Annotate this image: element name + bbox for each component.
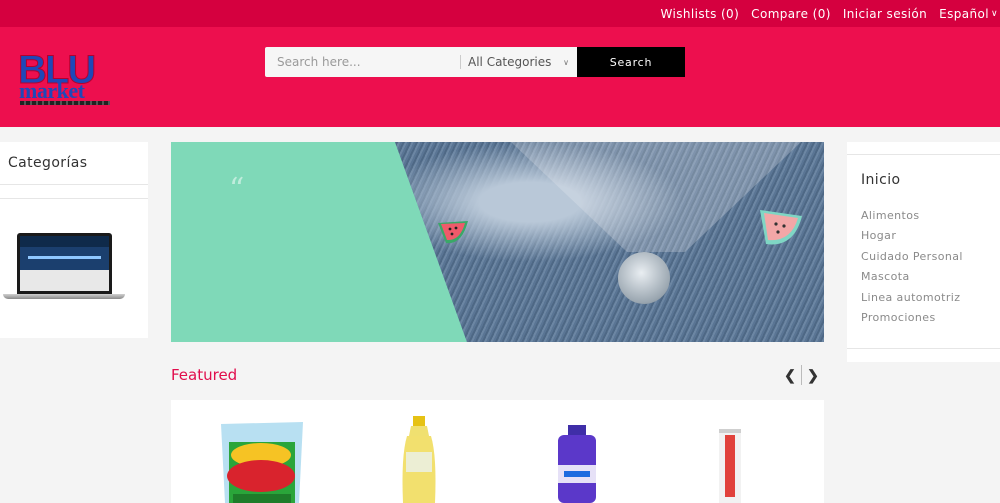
chevron-right-icon[interactable]: ❯ bbox=[802, 364, 824, 386]
categories-title: Categorías bbox=[8, 155, 88, 171]
search-bar: All Categories ∨ Search bbox=[265, 47, 685, 77]
laptop-base bbox=[3, 294, 125, 299]
language-selector[interactable]: Español ∨ bbox=[939, 7, 998, 21]
menu-list: Alimentos Hogar Cuidado Personal Mascota… bbox=[861, 209, 963, 331]
compare-link[interactable]: Compare (0) bbox=[751, 7, 831, 21]
menu-item-mascota[interactable]: Mascota bbox=[861, 270, 963, 290]
product-sponge-image[interactable] bbox=[219, 420, 305, 503]
quote-icon: “ bbox=[229, 172, 245, 207]
metal-button-icon bbox=[618, 252, 670, 304]
hero-banner[interactable]: “ bbox=[171, 142, 824, 342]
product-foil-roll-image[interactable] bbox=[715, 429, 745, 503]
login-link[interactable]: Iniciar sesión bbox=[843, 7, 927, 21]
product-spray-can-image[interactable] bbox=[554, 425, 600, 503]
menu-item-promociones[interactable]: Promociones bbox=[861, 311, 963, 331]
header bbox=[0, 27, 1000, 127]
laptop-promo-image[interactable] bbox=[3, 233, 125, 301]
category-select[interactable]: All Categories ∨ bbox=[460, 47, 577, 77]
laptop-screen bbox=[17, 233, 112, 294]
menu-item-linea-automotriz[interactable]: Linea automotriz bbox=[861, 291, 963, 311]
search-button[interactable]: Search bbox=[577, 47, 685, 77]
menu-item-hogar[interactable]: Hogar bbox=[861, 229, 963, 249]
chevron-down-icon: ∨ bbox=[991, 8, 998, 19]
divider bbox=[0, 184, 148, 185]
divider bbox=[847, 348, 1000, 349]
top-links: Wishlists (0) Compare (0) Iniciar sesión… bbox=[660, 0, 1000, 27]
logo[interactable]: BLU market bbox=[17, 50, 113, 106]
language-label: Español bbox=[939, 6, 989, 21]
divider bbox=[0, 198, 148, 199]
top-bar: Wishlists (0) Compare (0) Iniciar sesión… bbox=[0, 0, 1000, 27]
watermelon-pin-icon bbox=[438, 221, 468, 244]
menu-title[interactable]: Inicio bbox=[861, 172, 900, 188]
divider bbox=[847, 154, 1000, 155]
featured-title: Featured bbox=[171, 366, 238, 384]
chevron-left-icon[interactable]: ❮ bbox=[779, 364, 801, 386]
menu-item-cuidado-personal[interactable]: Cuidado Personal bbox=[861, 250, 963, 270]
chevron-down-icon: ∨ bbox=[563, 57, 569, 67]
featured-products bbox=[171, 400, 824, 503]
category-select-label: All Categories bbox=[468, 55, 552, 69]
main-menu-panel: Inicio Alimentos Hogar Cuidado Personal … bbox=[847, 142, 1000, 362]
search-input[interactable] bbox=[265, 47, 460, 77]
wishlists-link[interactable]: Wishlists (0) bbox=[660, 7, 739, 21]
watermelon-pin-icon bbox=[760, 210, 802, 245]
featured-carousel-controls: ❮ ❯ bbox=[779, 364, 824, 386]
product-oil-bottle-image[interactable] bbox=[397, 416, 441, 503]
logo-underline bbox=[20, 101, 110, 105]
menu-item-alimentos[interactable]: Alimentos bbox=[861, 209, 963, 229]
logo-text-market: market bbox=[19, 78, 85, 103]
